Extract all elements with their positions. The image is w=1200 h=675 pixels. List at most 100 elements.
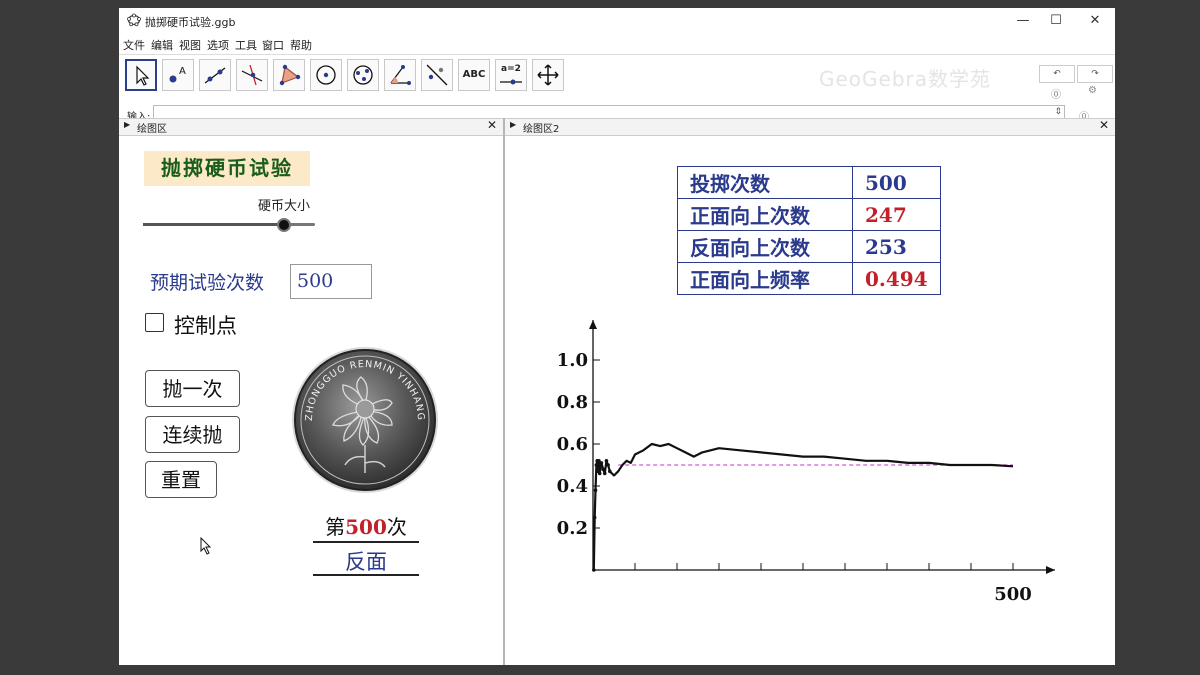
menu-tools[interactable]: 工具 <box>235 37 257 53</box>
data-point <box>599 461 604 465</box>
move-tool[interactable] <box>125 59 157 91</box>
data-point <box>597 471 602 476</box>
toss-result: 反面 <box>345 550 387 574</box>
window-title: 抛掷硬币试验.ggb <box>145 16 236 29</box>
data-point <box>594 463 599 467</box>
stats-row: 正面向上次数 247 <box>677 198 941 231</box>
stats-label: 正面向上次数 <box>677 198 853 231</box>
reflect-line-icon <box>426 64 448 86</box>
close-panel-icon[interactable]: ✕ <box>487 118 497 132</box>
conic-tool[interactable] <box>347 59 379 91</box>
reflect-tool[interactable] <box>421 59 453 91</box>
menu-bar: 文件 编辑 视图 选项 工具 窗口 帮助 <box>119 34 1115 54</box>
frequency-line <box>592 442 1014 571</box>
title-bar: 抛掷硬币试验.ggb — ☐ ✕ <box>119 8 1115 34</box>
data-point <box>602 471 607 476</box>
data-point <box>592 568 596 572</box>
stats-value: 247 <box>852 198 941 231</box>
stats-row: 反面向上次数 253 <box>677 230 941 263</box>
y-tick-label: 0.6 <box>557 434 588 455</box>
coin-icon: ZHONGGUO RENMIN YINHANG <box>292 347 438 493</box>
line-icon <box>204 67 226 84</box>
circle-icon <box>316 65 336 85</box>
frequency-chart: 0.2 0.4 0.6 0.8 1.0 500 <box>557 320 1055 605</box>
menu-help[interactable]: 帮助 <box>290 37 312 53</box>
perpendicular-line-icon <box>241 64 263 86</box>
slider-knob[interactable] <box>277 218 292 232</box>
stats-value: 253 <box>852 230 941 263</box>
expected-trials-input[interactable]: 500 <box>290 264 372 299</box>
circle-three-points-icon <box>353 65 373 85</box>
redo-button[interactable]: ↷ <box>1077 65 1113 83</box>
coin-image: ZHONGGUO RENMIN YINHANG <box>290 345 440 495</box>
angle-tool[interactable] <box>384 59 416 91</box>
graphics-panel-header: ▶ 绘图区 ✕ <box>119 118 503 136</box>
angle-icon <box>390 65 411 85</box>
toss-once-button[interactable]: 抛一次 <box>145 370 240 407</box>
collapse-arrow-icon[interactable]: ▶ <box>124 120 130 129</box>
data-point <box>593 488 598 492</box>
y-tick-label: 1.0 <box>557 350 588 371</box>
stats-value: 0.494 <box>852 262 941 295</box>
close-button[interactable]: ✕ <box>1081 10 1109 32</box>
slider-tool-label: a=2 <box>501 64 521 74</box>
input-history-icon[interactable]: ⇕ <box>1054 107 1062 117</box>
data-point <box>601 467 605 471</box>
menu-options[interactable]: 选项 <box>207 37 229 53</box>
coin-size-label: 硬币大小 <box>258 199 311 214</box>
y-tick-label: 0.2 <box>557 518 588 539</box>
coin-size-slider[interactable] <box>143 218 315 232</box>
slider-fill <box>143 223 285 226</box>
slider-tool[interactable]: a=2 <box>495 59 527 91</box>
stats-table: 投掷次数 500 正面向上次数 247 反面向上次数 253 正面向上频率 0.494 <box>677 166 941 295</box>
graphics2-panel-header: ▶ 绘图区2 ✕ <box>505 118 1115 136</box>
menu-window[interactable]: 窗口 <box>262 37 284 53</box>
watermark: GeoGebra数学苑 <box>819 67 992 91</box>
maximize-button[interactable]: ☐ <box>1042 10 1070 32</box>
count-divider <box>313 541 419 543</box>
x-axis-arrow <box>1046 566 1055 574</box>
toolbar: A ABC a=2 GeoGebra数学苑 ↶ ↷ ⓪ ⚙ <box>119 54 1115 104</box>
y-axis-arrow <box>589 320 597 329</box>
control-points-checkbox[interactable] <box>145 313 164 332</box>
experiment-title: 抛掷硬币试验 <box>144 151 310 186</box>
text-tool-label: ABC <box>462 69 486 80</box>
panel-divider[interactable] <box>503 118 505 665</box>
graphics-panel-title: 绘图区 <box>137 124 167 135</box>
data-point <box>592 515 597 520</box>
result-divider <box>313 574 419 576</box>
point-icon: A <box>169 66 186 83</box>
polygon-tool[interactable] <box>273 59 305 91</box>
menu-view[interactable]: 视图 <box>179 37 201 53</box>
toss-continuous-button[interactable]: 连续抛 <box>145 416 240 453</box>
toss-count: 第500次 <box>313 511 419 540</box>
count-number: 500 <box>345 515 387 539</box>
text-tool[interactable]: ABC <box>458 59 490 91</box>
undo-button[interactable]: ↶ <box>1039 65 1075 83</box>
slider-icon <box>500 79 522 85</box>
count-suffix: 次 <box>386 515 407 539</box>
data-point <box>606 463 610 467</box>
stats-row: 正面向上频率 0.494 <box>677 262 941 295</box>
circle-tool[interactable] <box>310 59 342 91</box>
line-tool[interactable] <box>199 59 231 91</box>
graphics2-panel-title: 绘图区2 <box>523 124 560 135</box>
x-tick-label: 500 <box>994 584 1032 605</box>
y-tick-label: 0.4 <box>557 476 588 497</box>
reset-button[interactable]: 重置 <box>145 461 217 498</box>
stats-label: 正面向上频率 <box>677 262 853 295</box>
mouse-cursor-icon <box>200 537 212 555</box>
move-graphics-view-tool[interactable] <box>532 59 564 91</box>
data-point <box>608 469 612 474</box>
menu-file[interactable]: 文件 <box>123 37 145 53</box>
stats-label: 投掷次数 <box>677 166 853 199</box>
collapse-arrow-icon[interactable]: ▶ <box>510 120 516 129</box>
perpendicular-tool[interactable] <box>236 59 268 91</box>
gear-icon[interactable]: ⚙ <box>1088 85 1097 96</box>
menu-edit[interactable]: 编辑 <box>151 37 173 53</box>
help-icon[interactable]: ⓪ <box>1051 86 1061 101</box>
expected-trials-label: 预期试验次数 <box>150 272 265 294</box>
close-panel-icon[interactable]: ✕ <box>1099 118 1109 132</box>
point-tool[interactable]: A <box>162 59 194 91</box>
minimize-button[interactable]: — <box>1009 10 1037 32</box>
